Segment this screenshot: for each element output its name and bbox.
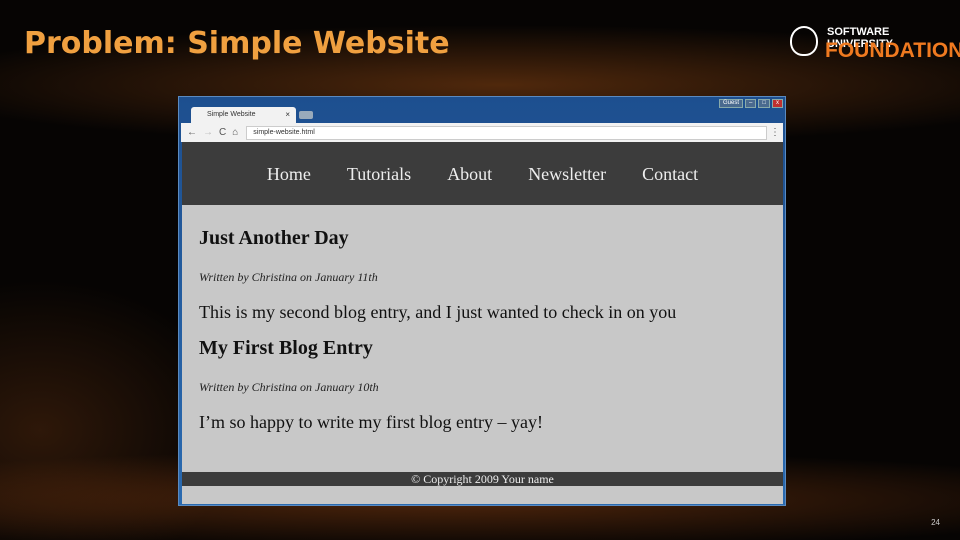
tab-title: Simple Website [207, 111, 256, 118]
logo-line2: FOUNDATION [825, 39, 960, 62]
new-tab-button[interactable] [299, 111, 313, 119]
home-icon[interactable]: ⌂ [232, 127, 238, 138]
post-byline: Written by Christina on January 11th [199, 270, 378, 284]
maximize-icon[interactable]: □ [758, 99, 770, 108]
toolbar: ← → C ⌂ simple-website.html ⋮ [181, 123, 783, 142]
nav-newsletter[interactable]: Newsletter [528, 164, 606, 205]
post-text: This is my second blog entry, and I just… [199, 302, 677, 322]
minimize-icon[interactable]: – [745, 99, 757, 108]
web-page: Home Tutorials About Newsletter Contact … [182, 142, 783, 504]
site-footer: © Copyright 2009 Your name [182, 472, 783, 486]
post-byline: Written by Christina on January 10th [199, 380, 379, 394]
post-title: Just Another Day [199, 227, 349, 249]
lightbulb-icon [790, 26, 818, 56]
browser-window: Simple Website × Guest – □ x ← → C ⌂ simp… [178, 96, 786, 506]
logo: SOFTWARE UNIVERSITY FOUNDATION [780, 16, 960, 72]
url-text: simple-website.html [253, 128, 315, 136]
blog-post: Just Another Day Written by Christina on… [182, 227, 783, 323]
forward-icon[interactable]: → [203, 127, 213, 138]
nav-tutorials[interactable]: Tutorials [347, 164, 411, 205]
nav-about[interactable]: About [447, 164, 492, 205]
menu-icon[interactable]: ⋮ [767, 127, 783, 138]
back-icon[interactable]: ← [187, 127, 197, 138]
reload-icon[interactable]: C [219, 127, 226, 138]
address-bar[interactable]: simple-website.html [246, 125, 767, 140]
browser-tab[interactable]: Simple Website × [191, 107, 296, 123]
nav-contact[interactable]: Contact [642, 164, 698, 205]
close-icon[interactable]: x [772, 99, 783, 108]
site-nav: Home Tutorials About Newsletter Contact [182, 142, 783, 205]
post-title: My First Blog Entry [199, 337, 373, 359]
blog-post: My First Blog Entry Written by Christina… [182, 337, 783, 433]
tab-close-icon[interactable]: × [285, 110, 290, 119]
guest-button[interactable]: Guest [719, 99, 744, 108]
page-number: 24 [931, 518, 940, 527]
slide-title: Problem: Simple Website [24, 26, 450, 61]
post-text: I’m so happy to write my first blog entr… [199, 412, 543, 432]
nav-home[interactable]: Home [267, 164, 311, 205]
